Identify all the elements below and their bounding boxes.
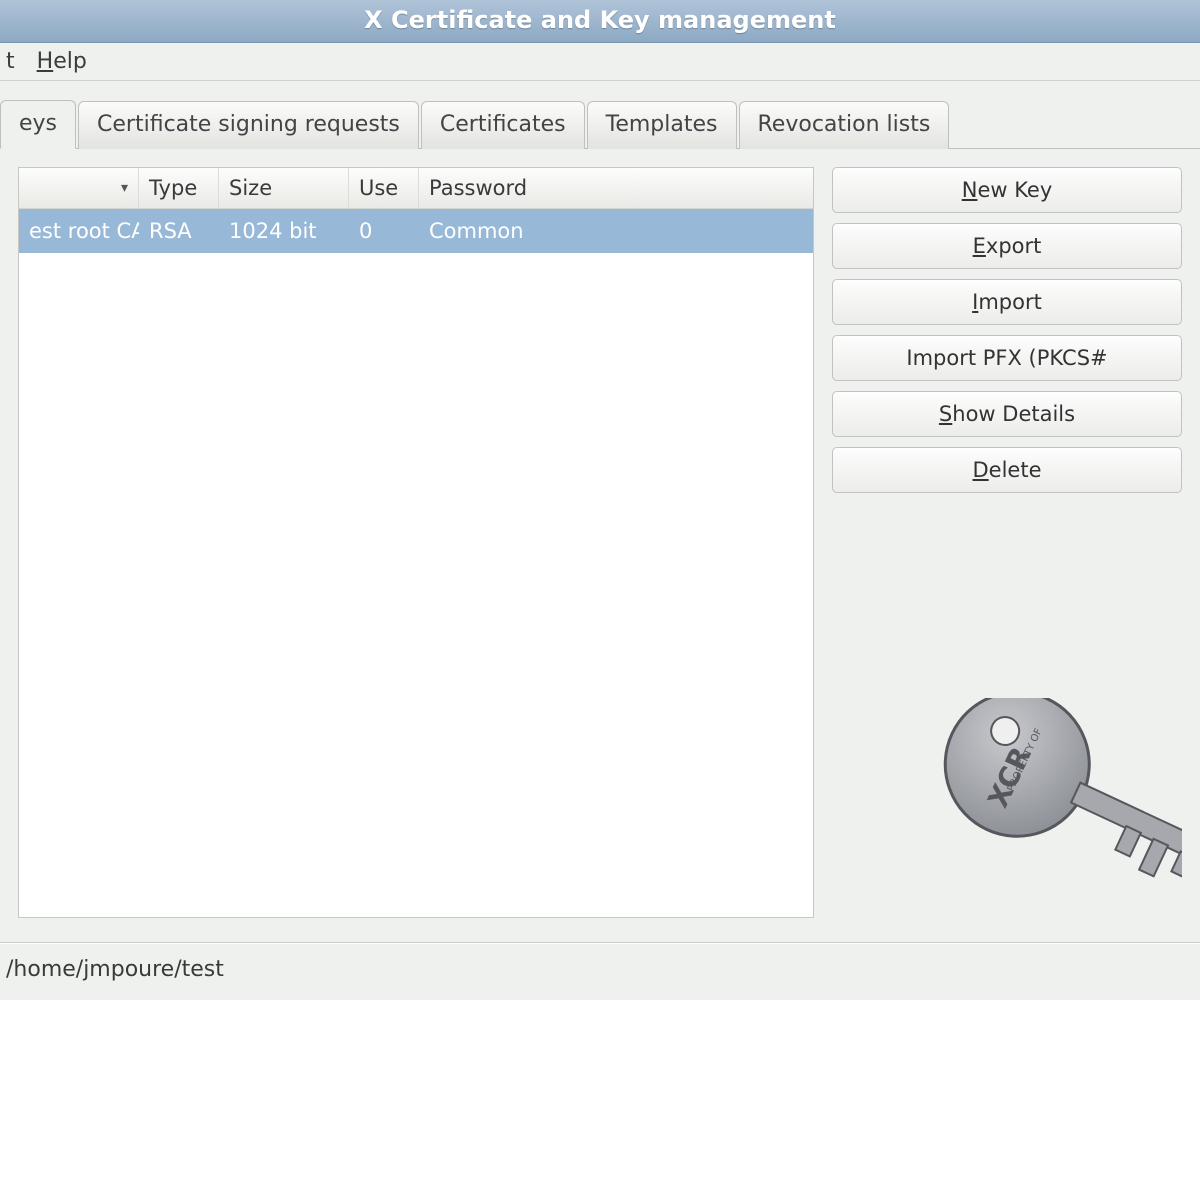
tab-templates[interactable]: Templates — [587, 101, 737, 149]
cell-use: 0 — [349, 215, 419, 247]
main-area: eys Certificate signing requests Certifi… — [0, 81, 1200, 1000]
menu-label-rest: elp — [53, 49, 87, 74]
mnemonic: E — [973, 234, 986, 258]
column-headers: ▾ Type Size Use Password — [19, 168, 813, 209]
tab-label: Revocation lists — [758, 112, 931, 137]
tab-revocation[interactable]: Revocation lists — [739, 101, 950, 149]
tab-label: Templates — [606, 112, 718, 137]
cell-password: Common — [419, 215, 813, 247]
list-body[interactable]: est root CA RSA 1024 bit 0 Common — [19, 209, 813, 917]
tab-certificates[interactable]: Certificates — [421, 101, 585, 149]
mnemonic: N — [962, 178, 978, 202]
tab-label: Certificate signing requests — [97, 112, 400, 137]
column-header-type[interactable]: Type — [139, 168, 219, 208]
btn-label-rest: how Details — [952, 402, 1075, 426]
column-header-password[interactable]: Password — [419, 168, 813, 208]
column-label: Use — [359, 176, 398, 200]
key-decorative-area: PROPERTY OF XCR — [832, 678, 1182, 918]
table-row[interactable]: est root CA RSA 1024 bit 0 Common — [19, 209, 813, 253]
window-titlebar: X Certificate and Key management — [0, 0, 1200, 43]
delete-button[interactable]: Delete — [832, 447, 1182, 493]
column-label: Size — [229, 176, 272, 200]
key-icon: PROPERTY OF XCR — [922, 698, 1182, 918]
new-key-button[interactable]: New Key — [832, 167, 1182, 213]
show-details-button[interactable]: Show Details — [832, 391, 1182, 437]
cell-name: est root CA — [19, 215, 139, 247]
status-path: /home/jmpoure/test — [6, 957, 224, 982]
cell-type: RSA — [139, 215, 219, 247]
btn-label-rest: mport — [978, 290, 1042, 314]
menu-mnemonic: H — [37, 49, 54, 74]
column-label: Password — [429, 176, 527, 200]
import-button[interactable]: Import — [832, 279, 1182, 325]
btn-label-rest: ew Key — [977, 178, 1052, 202]
mnemonic: D — [973, 458, 989, 482]
tab-csr[interactable]: Certificate signing requests — [78, 101, 419, 149]
menubar: t Help — [0, 43, 1200, 81]
action-sidebar: New Key Export Import Import PFX (PKCS# … — [832, 167, 1182, 918]
tabstrip: eys Certificate signing requests Certifi… — [0, 99, 1200, 149]
column-header-use[interactable]: Use — [349, 168, 419, 208]
btn-label-pre: Import PFX (PKCS# — [906, 346, 1107, 370]
bottom-whitespace — [0, 1000, 1200, 1200]
menu-item-help[interactable]: Help — [37, 49, 87, 74]
window-title: X Certificate and Key management — [364, 6, 836, 34]
sort-indicator-icon: ▾ — [121, 180, 128, 196]
key-list-pane: ▾ Type Size Use Password est root CA RSA… — [18, 167, 814, 918]
btn-label-rest: elete — [989, 458, 1042, 482]
btn-label-rest: xport — [986, 234, 1041, 258]
tab-label: Certificates — [440, 112, 566, 137]
tab-keys[interactable]: eys — [0, 100, 76, 149]
menu-item-truncated[interactable]: t — [6, 49, 15, 74]
tab-panel-keys: ▾ Type Size Use Password est root CA RSA… — [0, 149, 1200, 936]
import-pfx-button[interactable]: Import PFX (PKCS# — [832, 335, 1182, 381]
tab-label: eys — [19, 111, 57, 136]
cell-size: 1024 bit — [219, 215, 349, 247]
column-header-name[interactable]: ▾ — [19, 168, 139, 208]
mnemonic: S — [939, 402, 952, 426]
column-header-size[interactable]: Size — [219, 168, 349, 208]
statusbar: /home/jmpoure/test — [0, 942, 1200, 1000]
column-label: Type — [149, 176, 197, 200]
export-button[interactable]: Export — [832, 223, 1182, 269]
